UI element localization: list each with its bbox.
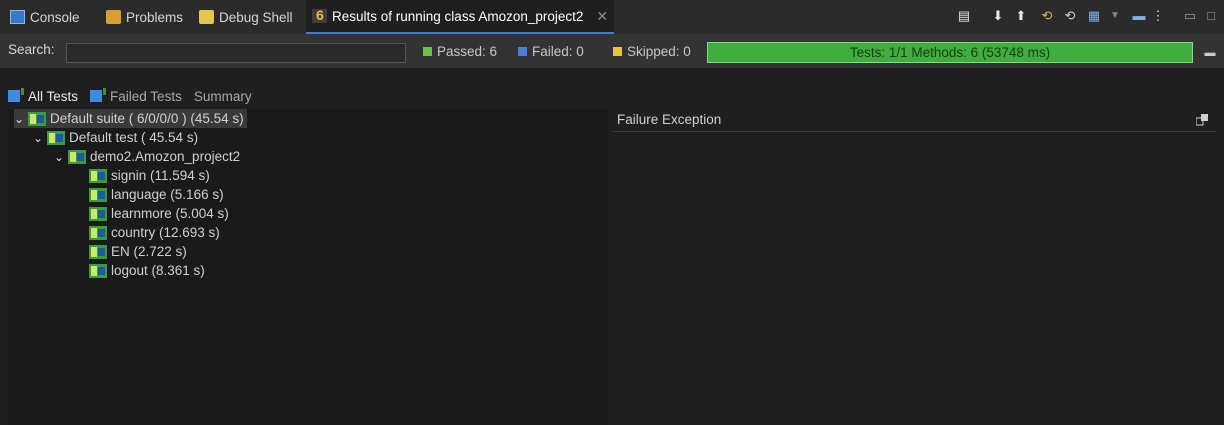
minimize-icon[interactable]: ▭ [1182, 8, 1198, 24]
tab-failed-tests[interactable]: Failed Tests [90, 88, 182, 104]
failed-icon [518, 46, 527, 56]
tab-label: Problems [126, 9, 184, 25]
tree-node-test[interactable]: ⌄ Default test ( 45.54 s) [33, 128, 198, 147]
tab-label: Debug Shell [219, 9, 293, 25]
tab-label: Results of running class Amozon_project2 [332, 8, 584, 24]
tab-debug-shell[interactable]: Debug Shell [199, 0, 293, 34]
chevron-down-icon[interactable]: ⌄ [54, 150, 64, 164]
method-pass-icon [89, 168, 107, 183]
all-tests-icon [8, 88, 24, 102]
skipped-count: Skipped: 0 [613, 43, 691, 59]
view-menu-icon[interactable]: ▬ [1131, 8, 1147, 24]
maximize-icon[interactable]: □ [1203, 8, 1219, 24]
method-pass-icon [89, 206, 107, 221]
close-icon[interactable]: ✕ [596, 8, 608, 25]
tree-node-suite[interactable]: ⌄ Default suite ( 6/0/0/0 ) (45.54 s) [14, 109, 247, 128]
tree-node-method[interactable]: language (5.166 s) [89, 185, 224, 204]
failure-exception-title: Failure Exception [617, 112, 722, 127]
failed-tests-icon [90, 88, 107, 102]
problems-icon [106, 10, 121, 24]
dropdown-icon[interactable]: ▼ [1107, 8, 1123, 24]
tab-summary[interactable]: Summary [194, 89, 252, 104]
progress-bar: Tests: 1/1 Methods: 6 (53748 ms) [707, 42, 1193, 63]
class-icon [68, 149, 86, 164]
test-icon [47, 130, 65, 145]
console-icon [10, 10, 25, 24]
search-label: Search: [8, 42, 55, 57]
passed-count: Passed: 6 [423, 43, 497, 59]
layout-icon[interactable]: ▦ [1086, 8, 1102, 24]
tree-node-class[interactable]: ⌄ demo2.Amozon_project2 [54, 147, 240, 166]
previous-failure-icon[interactable]: ⬆ [1013, 8, 1029, 24]
method-pass-icon [89, 244, 107, 259]
suite-icon [28, 111, 46, 126]
tab-label: Console [30, 9, 80, 25]
view-tab-bar: Console Problems Debug Shell Results of … [0, 0, 1224, 34]
skipped-icon [613, 46, 622, 56]
tree-node-method[interactable]: logout (8.361 s) [89, 261, 205, 280]
tree-node-method[interactable]: country (12.693 s) [89, 223, 220, 242]
rerun-icon[interactable]: ⟲ [1039, 8, 1055, 24]
results-header: Search: Passed: 6 Failed: 0 Skipped: 0 T… [0, 34, 1224, 68]
copy-trace-icon[interactable] [1196, 114, 1208, 126]
method-pass-icon [89, 187, 107, 202]
method-pass-icon [89, 225, 107, 240]
chevron-down-icon[interactable]: ⌄ [14, 112, 24, 126]
passed-icon [423, 46, 432, 56]
tree-node-method[interactable]: EN (2.722 s) [89, 242, 187, 261]
failure-exception-panel [612, 109, 1216, 425]
results-subtabs: All Tests Failed Tests Summary [8, 86, 252, 106]
method-pass-icon [89, 263, 107, 278]
search-input[interactable] [66, 43, 406, 63]
test-tree[interactable]: ⌄ Default suite ( 6/0/0/0 ) (45.54 s) ⌄ … [8, 109, 608, 425]
rerun-failed-icon[interactable]: ⟲ [1062, 8, 1078, 24]
more-icon[interactable]: ⋮ [1150, 8, 1166, 24]
collapse-icon[interactable]: ▬ [1202, 45, 1218, 61]
tree-node-method[interactable]: signin (11.594 s) [89, 166, 210, 185]
export-report-icon[interactable]: ▤ [956, 8, 972, 24]
next-failure-icon[interactable]: ⬇ [990, 8, 1006, 24]
tab-problems[interactable]: Problems [106, 0, 183, 34]
tab-console[interactable]: Console [10, 0, 80, 34]
tab-testng-results[interactable]: Results of running class Amozon_project2… [306, 0, 615, 34]
tab-all-tests[interactable]: All Tests [8, 88, 78, 104]
tree-node-method[interactable]: learnmore (5.004 s) [89, 204, 229, 223]
debug-shell-icon [199, 10, 214, 24]
divider [612, 131, 1216, 132]
failed-count: Failed: 0 [518, 43, 584, 59]
chevron-down-icon[interactable]: ⌄ [33, 131, 43, 145]
testng-icon [312, 7, 327, 23]
